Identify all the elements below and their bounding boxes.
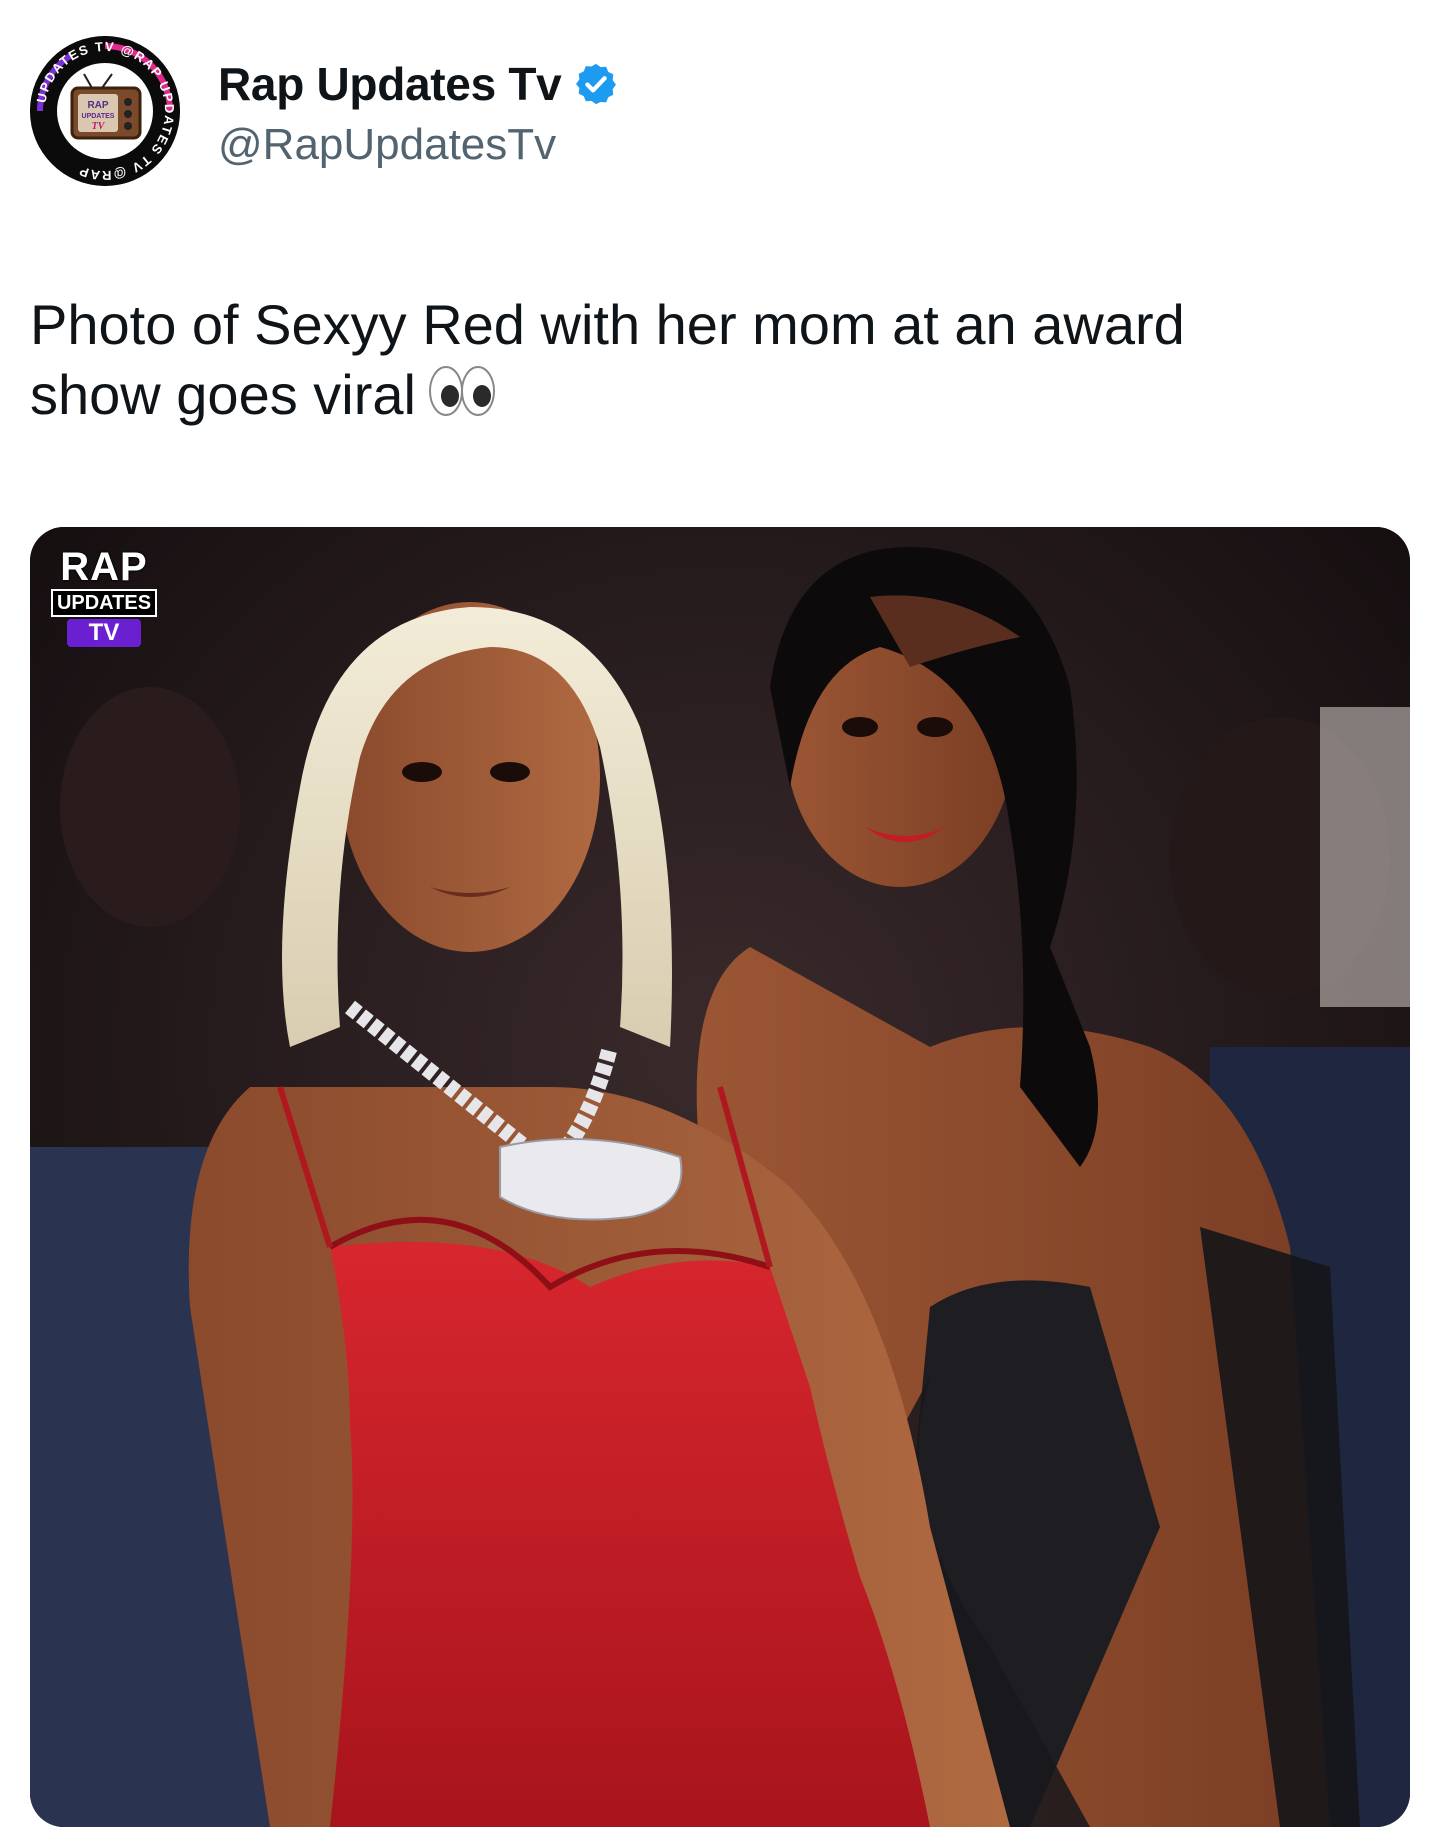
eyes-emoji-icon [428,364,496,434]
verified-badge-icon [573,61,619,107]
author-avatar[interactable]: RAP UPDATES TV UPDATES TV @RAP UPDATES T… [30,36,180,186]
photo-scene [30,527,1410,1827]
avatar-rap-text: RAP [87,100,108,111]
tweet-photo[interactable]: RAP UPDATES TV [30,527,1410,1827]
watermark-rap: RAP [60,545,148,589]
author-identity: Rap Updates Tv @RapUpdatesTv [218,56,619,170]
tweet-text-line-2: show goes viral [30,360,1410,434]
tweet-text-line-2-words: show goes viral [30,363,416,426]
avatar-updates-text: UPDATES [82,113,115,120]
author-name[interactable]: Rap Updates Tv [218,57,562,111]
rap-updates-tv-logo-icon: RAP UPDATES TV UPDATES TV @RAP UPDATES T… [30,36,180,186]
watermark-tv: TV [67,619,141,647]
watermark-updates: UPDATES [50,589,158,617]
tweet-text-line-1: Photo of Sexyy Red with her mom at an aw… [30,293,1185,356]
author-handle[interactable]: @RapUpdatesTv [218,120,619,170]
tweet-header: RAP UPDATES TV UPDATES TV @RAP UPDATES T… [30,36,1410,186]
tweet-body: Photo of Sexyy Red with her mom at an aw… [30,290,1410,434]
rap-updates-tv-watermark: RAP UPDATES TV [48,547,160,647]
avatar-tv-text: TV [92,121,106,132]
